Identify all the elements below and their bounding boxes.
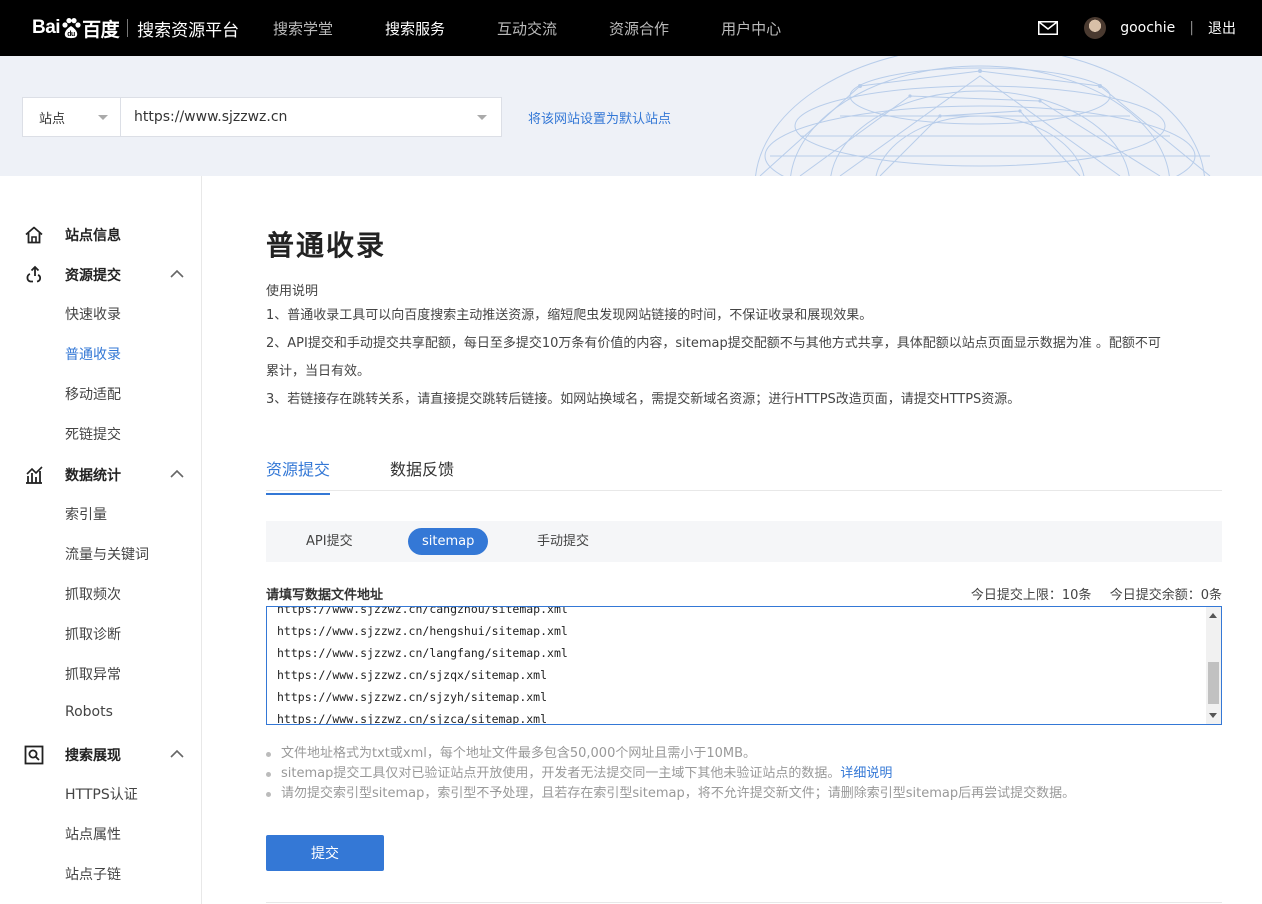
notes-list: 文件地址格式为txt或xml，每个地址文件最多包含50,000个网址且需小于10… [266, 744, 1222, 804]
platform-name: 搜索资源平台 [137, 20, 240, 41]
globe-decoration [755, 56, 1211, 176]
sidebar: 站点信息 资源提交 快速收录 普通收录 移动适配 死链提交 数据统计 索引量 流… [0, 176, 202, 904]
sidebar-item-fast-index[interactable]: 快速收录 [65, 304, 121, 324]
site-selection-bar: 站点 https://www.sjzzwz.cn 将该网站设置为默认站点 [0, 56, 1262, 176]
note-text: sitemap提交工具仅对已验证站点开放使用，开发者无法提交同一主域下其他未验证… [281, 766, 841, 781]
usage-line: 累计，当日有效。 [266, 364, 371, 379]
chevron-up-icon[interactable] [170, 749, 184, 759]
sidebar-item-crawl-frequency[interactable]: 抓取频次 [65, 584, 121, 604]
quota-limit: 今日提交上限：10条 [970, 588, 1092, 603]
textarea-line: https://www.sjzzwz.cn/langfang/sitemap.x… [277, 646, 568, 660]
sidebar-item-normal-index[interactable]: 普通收录 [65, 344, 121, 364]
nav-item-user-center[interactable]: 用户中心 [721, 18, 781, 39]
nav-item-interaction[interactable]: 互动交流 [497, 18, 557, 39]
sitemap-url-label: 请填写数据文件地址 [266, 588, 384, 603]
textarea-line: https://www.sjzzwz.cn/sjzyh/sitemap.xml [277, 690, 548, 704]
chevron-down-icon [98, 115, 108, 120]
avatar[interactable] [1084, 17, 1107, 39]
textarea-line: https://www.sjzzwz.cn/sjzca/sitemap.xml [277, 712, 548, 725]
textarea-line: https://www.sjzzwz.cn/sjzqx/sitemap.xml [277, 668, 548, 682]
note-item: 文件地址格式为txt或xml，每个地址文件最多包含50,000个网址且需小于10… [266, 744, 1222, 764]
sidebar-item-crawl-errors[interactable]: 抓取异常 [65, 664, 121, 684]
tab-data-feedback[interactable]: 数据反馈 [390, 456, 454, 493]
sidebar-item-https-cert[interactable]: HTTPS认证 [65, 784, 138, 804]
home-icon [25, 226, 43, 244]
sidebar-group-resource-submit[interactable]: 资源提交 [24, 263, 184, 287]
set-default-site-link[interactable]: 将该网站设置为默认站点 [528, 108, 671, 127]
user-divider: | [1189, 20, 1194, 36]
note-text: 请勿提交索引型sitemap，索引型不予处理，且若存在索引型sitemap，将不… [281, 786, 1076, 801]
sidebar-group-label: 资源提交 [65, 268, 121, 284]
logo-divider [127, 19, 129, 37]
sidebar-group-label: 数据统计 [65, 468, 121, 484]
quota-remaining: 今日提交余额：0条 [1109, 588, 1222, 603]
submit-button[interactable]: 提交 [266, 835, 384, 871]
textarea-line: https://www.sjzzwz.cn/hengshui/sitemap.x… [277, 624, 568, 638]
user-area: goochie | 退出 [1038, 0, 1236, 56]
subtab-manual[interactable]: 手动提交 [523, 528, 603, 555]
sidebar-group-data-stats[interactable]: 数据统计 [24, 463, 184, 487]
submit-method-tabs: API提交 sitemap 手动提交 [266, 521, 1222, 562]
logo-text-baidu: 百度 [82, 19, 120, 41]
subtab-sitemap[interactable]: sitemap [408, 528, 489, 555]
usage-line: 2、API提交和手动提交共享配额，每日至多提交10万条有价值的内容，sitema… [266, 336, 1161, 351]
chevron-up-icon[interactable] [170, 469, 184, 479]
scroll-up-arrow-icon[interactable] [1209, 613, 1217, 618]
site-url-value: https://www.sjzzwz.cn [134, 109, 288, 125]
textarea-line: https://www.sjzzwz.cn/cangzhou/sitemap.x… [277, 606, 568, 616]
paw-icon: du [62, 18, 81, 39]
sidebar-item-robots[interactable]: Robots [65, 704, 113, 720]
sidebar-item-site-attributes[interactable]: 站点属性 [65, 824, 121, 844]
top-navigation-bar: Bai du 百度 搜索资源平台 搜索学堂 搜索服务 互动交流 资源合作 用户中… [0, 0, 1262, 56]
baidu-logo[interactable]: Bai du 百度 搜索资源平台 [32, 11, 239, 45]
nav-item-search-service[interactable]: 搜索服务 [385, 18, 445, 39]
scroll-thumb[interactable] [1208, 662, 1219, 704]
quota-info: 今日提交上限：10条 今日提交余额：0条 [971, 584, 1222, 603]
note-item: 请勿提交索引型sitemap，索引型不予处理，且若存在索引型sitemap，将不… [266, 784, 1222, 804]
divider [266, 902, 1222, 903]
main-nav: 搜索学堂 搜索服务 互动交流 资源合作 用户中心 [273, 0, 833, 56]
details-link[interactable]: 详细说明 [840, 766, 892, 781]
chevron-down-icon [477, 115, 487, 120]
page-title: 普通收录 [266, 229, 387, 262]
usage-line: 3、若链接存在跳转关系，请直接提交跳转后链接。如网站换域名，需提交新域名资源；进… [266, 392, 1021, 407]
sidebar-group-label: 搜索展现 [65, 748, 121, 764]
site-type-select[interactable]: 站点 [22, 97, 120, 137]
logout-link[interactable]: 退出 [1208, 18, 1236, 38]
sidebar-item-crawl-diagnosis[interactable]: 抓取诊断 [65, 624, 121, 644]
scroll-down-arrow-icon[interactable] [1209, 713, 1217, 718]
chevron-up-icon[interactable] [170, 269, 184, 279]
sidebar-group-site-info[interactable]: 站点信息 [24, 223, 184, 247]
textarea-scrollbar[interactable] [1206, 607, 1221, 724]
usage-line: 1、普通收录工具可以向百度搜索主动推送资源，缩短爬虫发现网站链接的时间，不保证收… [266, 308, 873, 323]
tab-resource-submit[interactable]: 资源提交 [266, 456, 331, 495]
sidebar-item-traffic-keywords[interactable]: 流量与关键词 [65, 544, 149, 564]
logo-text-bai: Bai [32, 17, 61, 38]
note-text: 文件地址格式为txt或xml，每个地址文件最多包含50,000个网址且需小于10… [281, 746, 757, 761]
baidu-logo-mark: Bai du 百度 [32, 15, 120, 42]
nav-item-search-academy[interactable]: 搜索学堂 [273, 18, 333, 39]
tabs: 资源提交 数据反馈 [266, 446, 1222, 495]
nav-item-resource-cooperation[interactable]: 资源合作 [609, 18, 669, 39]
sidebar-item-sitelinks[interactable]: 站点子链 [65, 864, 121, 884]
sidebar-group-search-display[interactable]: 搜索展现 [24, 743, 184, 767]
sitemap-url-textarea[interactable]: https://www.sjzzwz.cn/cangzhou/sitemap.x… [266, 606, 1222, 725]
site-url-select[interactable]: https://www.sjzzwz.cn [120, 97, 502, 137]
sidebar-group-label: 站点信息 [65, 228, 121, 244]
site-type-value: 站点 [39, 111, 66, 127]
svg-text:du: du [67, 31, 75, 38]
search-display-icon [24, 745, 44, 765]
usage-title: 使用说明 [266, 284, 319, 299]
note-item: sitemap提交工具仅对已验证站点开放使用，开发者无法提交同一主域下其他未验证… [266, 764, 1222, 784]
sidebar-item-dead-link[interactable]: 死链提交 [65, 424, 121, 444]
sidebar-item-index-volume[interactable]: 索引量 [65, 504, 107, 524]
sidebar-item-mobile-adapt[interactable]: 移动适配 [65, 384, 121, 404]
mail-icon[interactable] [1038, 21, 1059, 35]
stats-icon [26, 466, 43, 484]
main-content: 普通收录 使用说明 1、普通收录工具可以向百度搜索主动推送资源，缩短爬虫发现网站… [266, 176, 1222, 904]
username[interactable]: goochie [1120, 20, 1175, 36]
subtab-api[interactable]: API提交 [292, 528, 367, 555]
submit-icon [26, 265, 42, 283]
